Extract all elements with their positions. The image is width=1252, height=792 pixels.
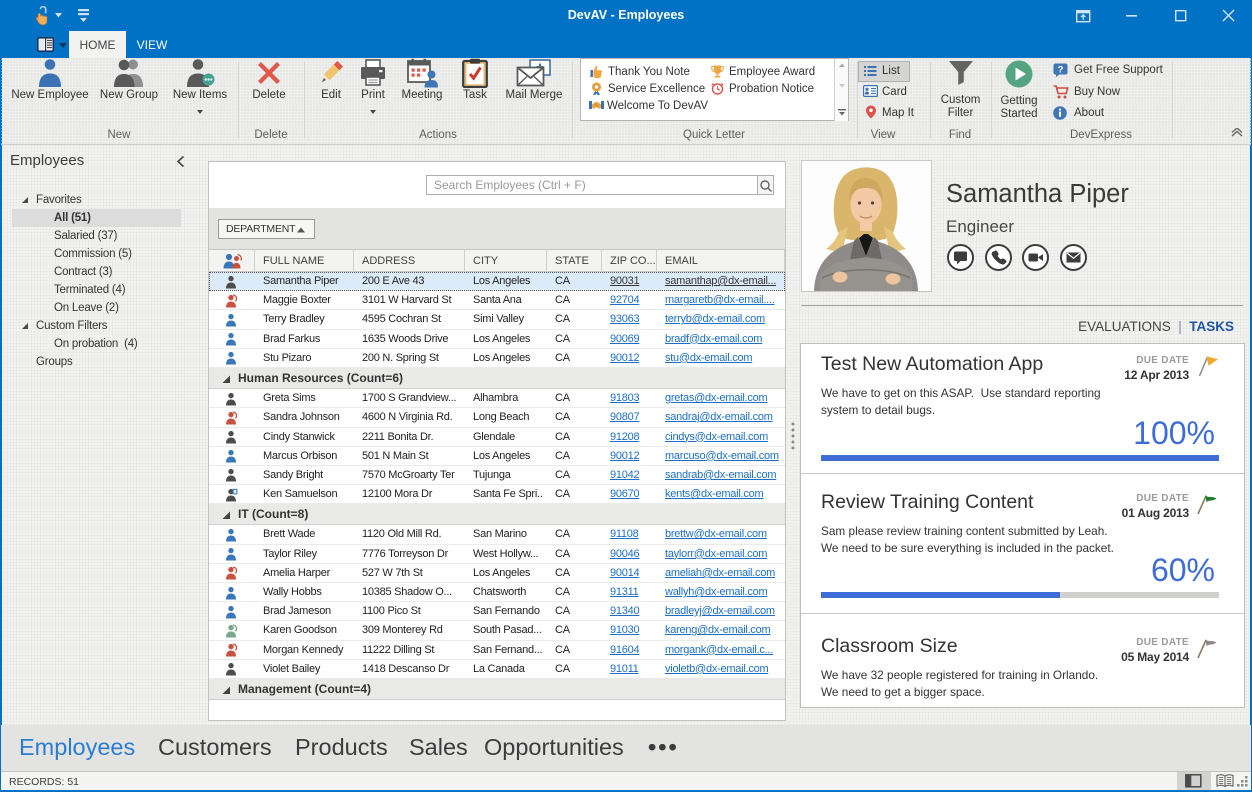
svg-text:?: ? <box>1058 64 1064 75</box>
